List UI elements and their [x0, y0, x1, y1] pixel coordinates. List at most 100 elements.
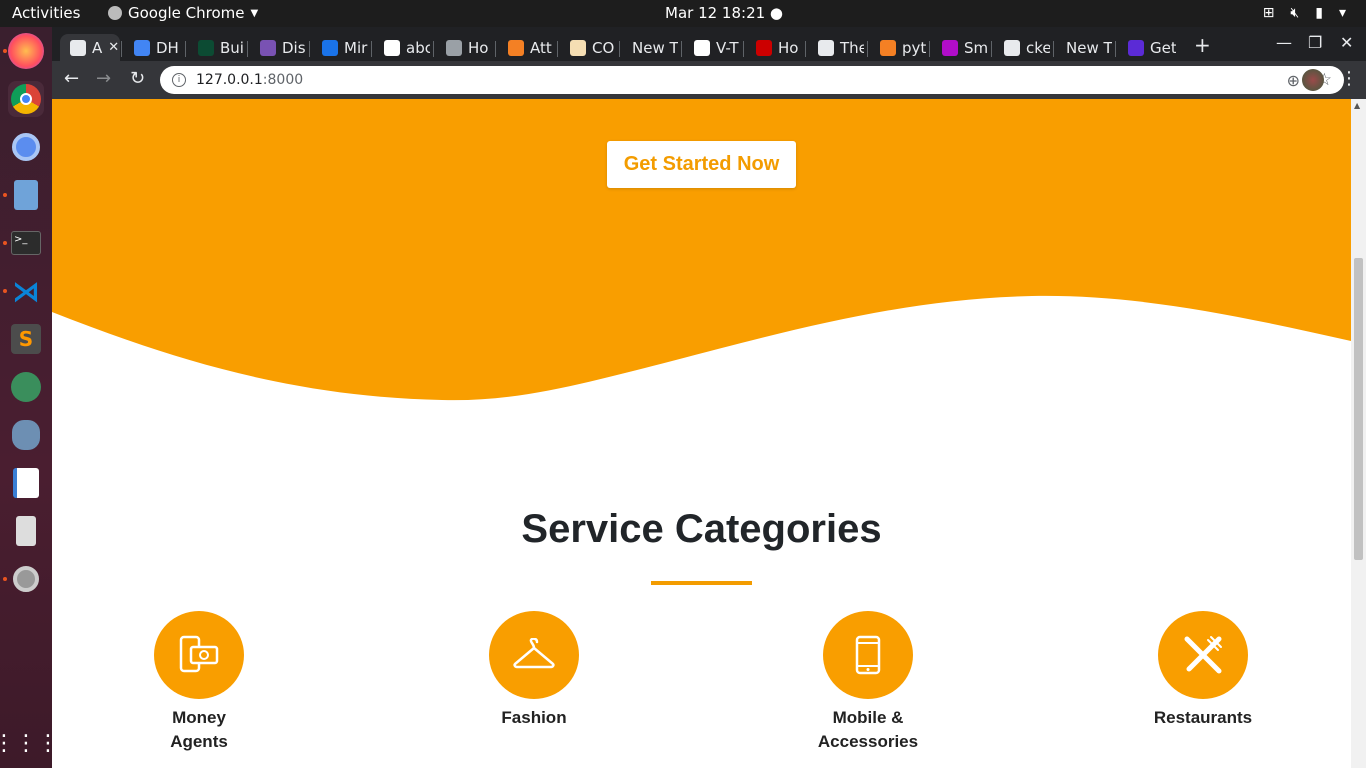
chrome-icon[interactable]: [8, 81, 44, 117]
reload-button[interactable]: ↻: [130, 68, 145, 89]
tab-title: abc: [406, 38, 430, 57]
tab-separator: [121, 41, 122, 57]
minimize-button[interactable]: —: [1276, 33, 1292, 52]
tab-separator: [805, 41, 806, 57]
tab-favicon-icon: [570, 39, 586, 56]
url-host: 127.0.0.1: [196, 72, 263, 88]
category-fashion[interactable]: Fashion: [424, 611, 644, 730]
atom-icon[interactable]: [8, 369, 44, 405]
page-scrollbar[interactable]: ▲: [1351, 99, 1366, 768]
browser-tab[interactable]: Att: [498, 34, 554, 61]
url-port: :8000: [262, 72, 304, 88]
text-editor-icon[interactable]: [8, 177, 44, 213]
clock-text: Mar 12 18:21: [665, 4, 766, 22]
tab-title: The: [840, 38, 864, 57]
address-bar[interactable]: i 127.0.0.1:8000 ⊕ ☆: [160, 66, 1344, 94]
tab-favicon-icon: [942, 39, 958, 56]
scrollbar-thumb[interactable]: [1354, 258, 1363, 560]
tab-favicon-icon: [70, 39, 86, 56]
browser-tab[interactable]: New T: [1056, 34, 1112, 61]
browser-tab[interactable]: abc: [374, 34, 430, 61]
category-restaurants[interactable]: Restaurants: [1093, 611, 1313, 730]
sublime-text-icon[interactable]: S: [8, 321, 44, 357]
browser-tab[interactable]: pyt: [870, 34, 926, 61]
tab-title: New T: [632, 38, 678, 57]
activities-button[interactable]: Activities: [12, 4, 80, 22]
tab-separator: [867, 41, 868, 57]
clock[interactable]: Mar 12 18:21 ●: [665, 4, 783, 22]
location-icon[interactable]: ⊕: [1287, 71, 1300, 90]
browser-tab[interactable]: CO: [560, 34, 616, 61]
browser-tab[interactable]: The: [808, 34, 864, 61]
tab-favicon-icon: [384, 39, 400, 56]
category-label: Money Agents: [170, 708, 228, 751]
tab-separator: [433, 41, 434, 57]
tab-title: Bui: [220, 38, 244, 57]
scroll-up-arrow[interactable]: ▲: [1354, 101, 1360, 110]
forward-button[interactable]: →: [96, 68, 111, 89]
url-text: 127.0.0.1:8000: [196, 72, 303, 88]
phone-icon: [855, 635, 881, 675]
tab-title: Mir: [344, 38, 368, 57]
category-label: Fashion: [501, 708, 567, 727]
tab-separator: [1053, 41, 1054, 57]
maximize-button[interactable]: ❐: [1308, 33, 1322, 52]
category-label: Restaurants: [1153, 708, 1253, 727]
notes-icon[interactable]: [8, 465, 44, 501]
browser-tab[interactable]: Get: [1118, 34, 1176, 61]
profile-avatar[interactable]: [1302, 69, 1324, 91]
system-tray[interactable]: ⊞ 🔇︎ ▮ ▾: [1263, 5, 1346, 21]
firefox-icon[interactable]: [8, 33, 44, 69]
browser-tab[interactable]: DH: [124, 34, 182, 61]
browser-tab[interactable]: New T: [622, 34, 678, 61]
browser-tab[interactable]: Mir: [312, 34, 368, 61]
tab-separator: [929, 41, 930, 57]
browser-tab[interactable]: A ✕: [60, 34, 120, 61]
category-label: Mobile & Accessories: [817, 708, 919, 751]
show-applications-icon[interactable]: ⋮⋮⋮: [0, 725, 59, 761]
browser-tab[interactable]: Dis: [250, 34, 306, 61]
tab-strip: A ✕ DH Bui Dis Mir abc Ho Att CO New T V-T Ho The pyt S…: [52, 27, 1366, 61]
browser-tab[interactable]: Sm: [932, 34, 988, 61]
hanger-icon: [513, 638, 555, 669]
close-window-button[interactable]: ✕: [1340, 33, 1353, 52]
app-menu[interactable]: Google Chrome ▼: [108, 4, 258, 22]
tab-favicon-icon: [1004, 39, 1020, 56]
close-tab-icon[interactable]: ✕: [108, 40, 119, 55]
postgres-elephant-icon[interactable]: [8, 417, 44, 453]
section-title: Service Categories: [521, 507, 882, 551]
battery-icon: ▮: [1315, 5, 1323, 21]
disk-icon[interactable]: [8, 561, 44, 597]
tab-title: Get: [1150, 38, 1176, 57]
tab-favicon-icon: [818, 39, 834, 56]
site-info-icon[interactable]: i: [172, 73, 186, 87]
browser-tab[interactable]: Bui: [188, 34, 244, 61]
browser-toolbar: ← → ↻ i 127.0.0.1:8000 ⊕ ☆ ⋮: [52, 61, 1366, 99]
tab-title: V-T: [716, 38, 739, 57]
category-money-agents[interactable]: Money Agents: [89, 611, 309, 754]
tab-title: CO: [592, 38, 615, 57]
tab-separator: [991, 41, 992, 57]
vscode-icon[interactable]: ⋊: [8, 273, 44, 309]
get-started-button[interactable]: Get Started Now: [607, 141, 796, 188]
browser-tab[interactable]: Ho: [746, 34, 802, 61]
category-mobile-accessories[interactable]: Mobile & Accessories: [758, 611, 978, 754]
tab-title: DH: [156, 38, 179, 57]
tab-favicon-icon: [1128, 39, 1144, 56]
system-top-bar: Activities Google Chrome ▼ Mar 12 18:21 …: [0, 0, 1366, 27]
tab-favicon-icon: [134, 39, 150, 56]
tab-favicon-icon: [694, 39, 710, 56]
tab-separator: [619, 41, 620, 57]
tab-separator: [557, 41, 558, 57]
calculator-icon[interactable]: [8, 513, 44, 549]
back-button[interactable]: ←: [64, 68, 79, 89]
terminal-icon[interactable]: >_: [8, 225, 44, 261]
browser-tab[interactable]: Ho: [436, 34, 492, 61]
chromium-icon[interactable]: [8, 129, 44, 165]
new-tab-button[interactable]: +: [1194, 33, 1211, 57]
browser-tab[interactable]: V-T: [684, 34, 740, 61]
browser-tab[interactable]: cke: [994, 34, 1050, 61]
chrome-menu-icon[interactable]: ⋮: [1340, 68, 1358, 89]
tab-title: Dis: [282, 38, 306, 57]
page-viewport: Get Started Now Service Categories Money…: [52, 99, 1366, 768]
